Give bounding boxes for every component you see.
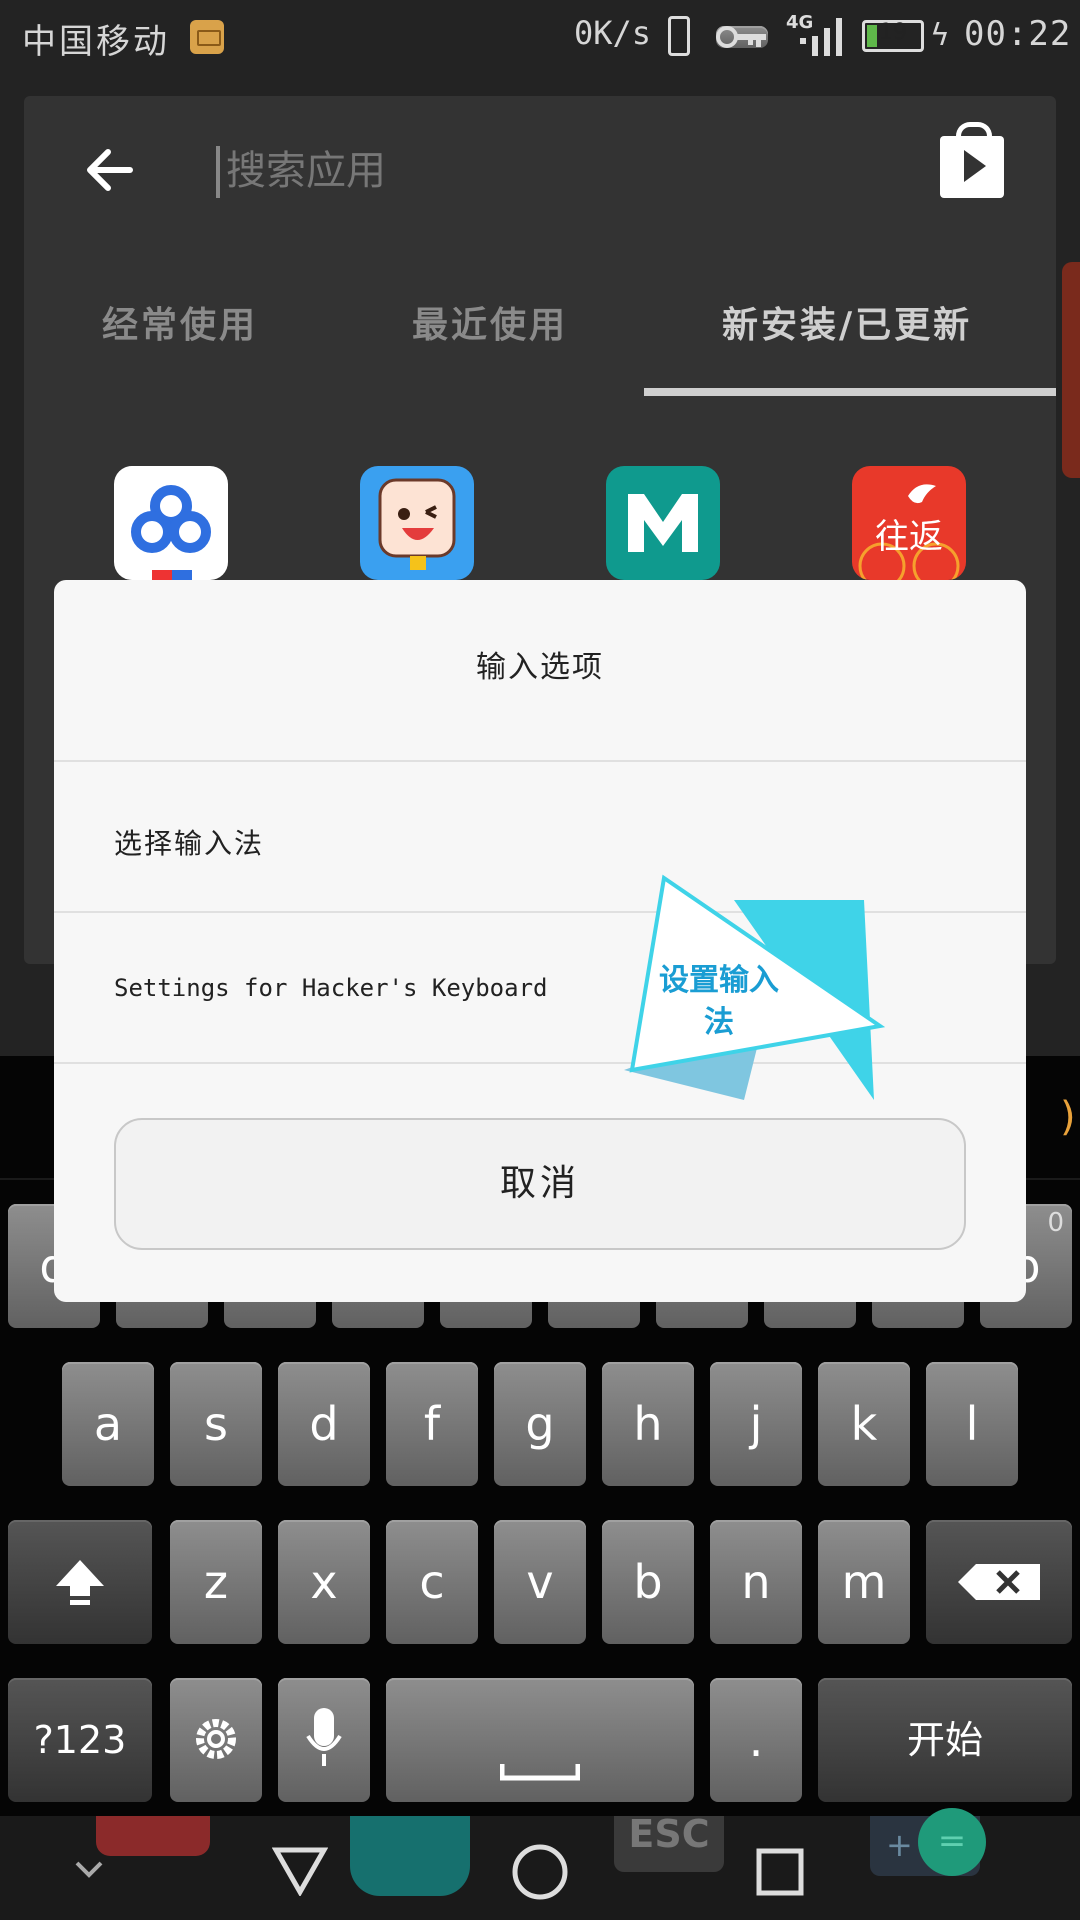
period-key[interactable]: .: [710, 1678, 802, 1802]
divider: [54, 760, 1026, 762]
festival-icon-glyph: 往返: [875, 517, 943, 557]
edge-app-sliver: [1062, 262, 1080, 478]
home-circle-icon[interactable]: [510, 1842, 570, 1902]
gear-icon: [196, 1719, 236, 1759]
backspace-icon: [958, 1564, 1040, 1600]
key-g[interactable]: g: [494, 1362, 586, 1486]
key-f[interactable]: f: [386, 1362, 478, 1486]
signal-icon: [800, 18, 842, 56]
key-n[interactable]: n: [710, 1520, 802, 1644]
space-icon: [499, 1764, 581, 1781]
navigation-bar: ESC + =: [0, 1808, 1080, 1920]
keyboard-notification-icon: [190, 20, 224, 54]
back-arrow-icon[interactable]: [80, 140, 140, 200]
microphone-icon: [306, 1708, 342, 1766]
calculator-app-icon[interactable]: + =: [870, 1808, 986, 1876]
huawei-app-icon[interactable]: [96, 1816, 210, 1856]
screen: 中国移动 0K/s 4G 19 ϟ 00:22 搜索应用 经常使用 最近使用 新…: [0, 0, 1080, 1920]
key-l[interactable]: l: [926, 1362, 1018, 1486]
voice-key[interactable]: [278, 1678, 370, 1802]
key-z[interactable]: z: [170, 1520, 262, 1644]
choose-input-method-option[interactable]: 选择输入法: [114, 822, 264, 862]
key-v[interactable]: v: [494, 1520, 586, 1644]
cancel-button[interactable]: 取消: [114, 1118, 966, 1250]
search-input[interactable]: 搜索应用: [216, 146, 816, 198]
key-x[interactable]: x: [278, 1520, 370, 1644]
settings-key[interactable]: [170, 1678, 262, 1802]
chevron-down-icon[interactable]: [74, 1860, 104, 1880]
tab-new-updated[interactable]: 新安装/已更新: [722, 296, 972, 348]
key-j[interactable]: j: [710, 1362, 802, 1486]
cartoon-face-icon[interactable]: [360, 466, 474, 580]
battery-fill: [867, 25, 877, 47]
enter-key[interactable]: 开始: [818, 1678, 1072, 1802]
key-b[interactable]: b: [602, 1520, 694, 1644]
space-key[interactable]: [386, 1678, 694, 1802]
clock: 00:22: [964, 14, 1072, 54]
key-s[interactable]: s: [170, 1362, 262, 1486]
carrier-label: 中国移动: [22, 22, 170, 62]
key-p-sublabel: 0: [1047, 1208, 1064, 1238]
active-tab-indicator: [644, 388, 1056, 396]
vpn-key-icon: [716, 26, 768, 48]
battery-level: 19: [879, 20, 907, 45]
calculator-equals: =: [918, 1808, 986, 1876]
key-d[interactable]: d: [278, 1362, 370, 1486]
hacker-keyboard-settings-option[interactable]: Settings for Hacker's Keyboard: [114, 974, 547, 1002]
m-letter-icon[interactable]: [606, 466, 720, 580]
key-m[interactable]: m: [818, 1520, 910, 1644]
esc-app-icon[interactable]: ESC: [614, 1815, 724, 1872]
network-speed: 0K/s: [574, 14, 652, 52]
shift-key[interactable]: [8, 1520, 152, 1644]
set-input-method-badge[interactable]: 设置输入法: [604, 870, 904, 1110]
key-c[interactable]: c: [386, 1520, 478, 1644]
charging-icon: ϟ: [930, 18, 950, 53]
backspace-key[interactable]: [926, 1520, 1072, 1644]
dialog-title: 输入选项: [476, 650, 604, 685]
tab-recent[interactable]: 最近使用: [412, 296, 568, 348]
badge-label: 设置输入法: [659, 963, 779, 1040]
status-bar: 中国移动 0K/s 4G 19 ϟ 00:22: [0, 0, 1080, 76]
baidu-cloud-icon[interactable]: [114, 466, 228, 580]
symbols-key[interactable]: ?123: [8, 1678, 152, 1802]
key-k[interactable]: k: [818, 1362, 910, 1486]
key-a[interactable]: a: [62, 1362, 154, 1486]
vibrate-icon: [668, 16, 690, 56]
festival-icon[interactable]: 往返: [852, 466, 966, 580]
calculator-plus: +: [886, 1826, 913, 1864]
shift-icon: [56, 1560, 104, 1605]
store-bag-icon[interactable]: [940, 122, 1004, 198]
cloud-app-icon[interactable]: [350, 1816, 470, 1896]
recents-square-icon[interactable]: [756, 1848, 804, 1896]
candidate-paren[interactable]: ): [1060, 1094, 1076, 1140]
battery-icon: 19: [862, 20, 924, 52]
key-h[interactable]: h: [602, 1362, 694, 1486]
back-triangle-icon[interactable]: [272, 1846, 328, 1896]
tab-frequent[interactable]: 经常使用: [102, 296, 258, 348]
